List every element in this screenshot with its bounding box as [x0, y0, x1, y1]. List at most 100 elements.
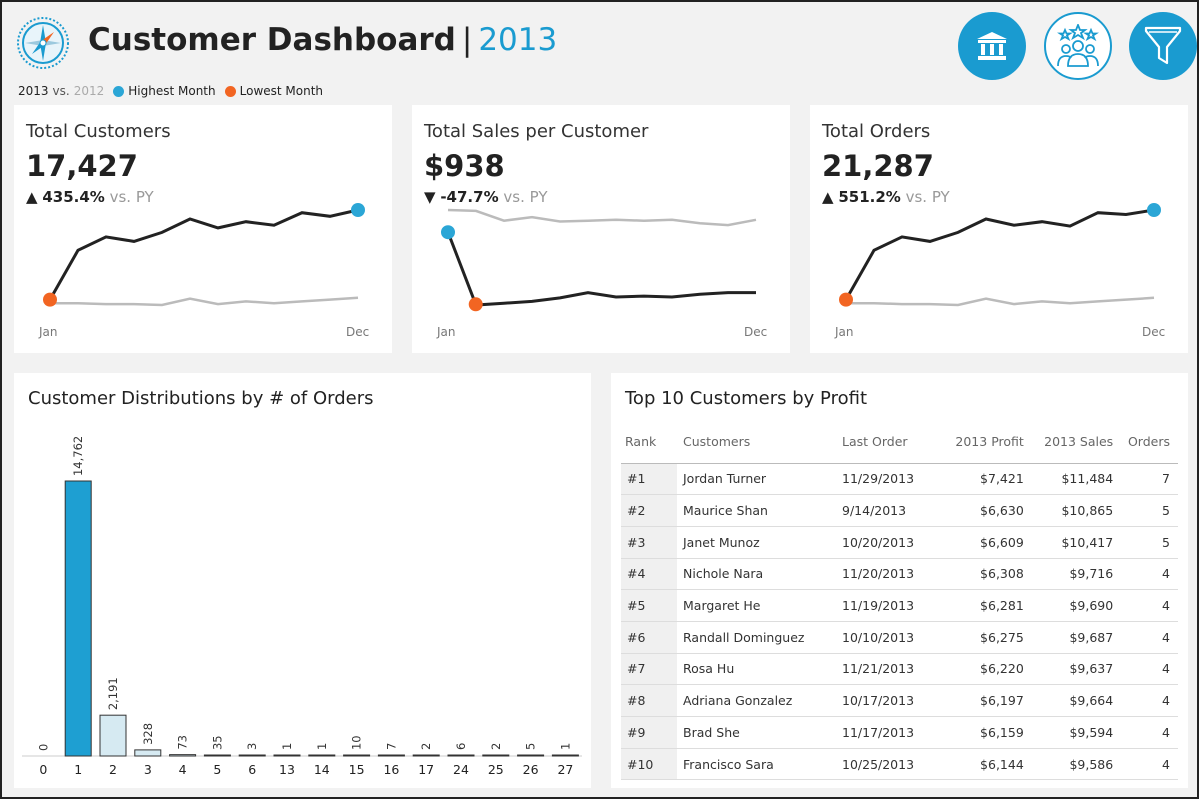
x-axis-end-label: Dec [1142, 325, 1166, 339]
sales-value: $11,484 [1023, 462, 1114, 496]
bar-value-label: 3 [245, 743, 259, 750]
customers-button[interactable] [1044, 12, 1112, 80]
column-header-profit[interactable]: 2013 Profit [935, 425, 1023, 463]
bar[interactable] [203, 754, 231, 757]
lowest-month-marker[interactable] [468, 297, 483, 312]
kpi-vs-label: vs. PY [109, 188, 154, 206]
sparkline-chart [441, 208, 757, 312]
highest-month-marker[interactable] [1147, 203, 1161, 217]
x-tick-label: 17 [418, 762, 434, 777]
lowest-month-marker[interactable] [43, 292, 57, 307]
table-row[interactable]: #4 Nichole Nara 11/20/2013 $6,308 $9,716 4 [621, 558, 1178, 591]
table-row[interactable]: #3 Janet Munoz 10/20/2013 $6,609 $10,417 5 [621, 526, 1178, 559]
customer-name: Maurice Shan [677, 494, 842, 527]
rank-cell: #9 [621, 716, 677, 749]
orders-count: 4 [1113, 589, 1178, 622]
kpi-card-total-customers: Total Customers 17,427 ▲ 435.4% vs. PY J… [14, 105, 392, 353]
x-tick-label: 1 [74, 762, 82, 777]
x-tick-label: 27 [557, 762, 573, 777]
profit-value: $6,308 [935, 558, 1024, 591]
x-tick-label: 15 [349, 762, 365, 777]
bar-value-label: 1 [558, 743, 572, 750]
bar[interactable] [273, 754, 301, 757]
profit-value: $6,159 [935, 716, 1024, 749]
highest-month-dot-icon [113, 85, 125, 97]
bar[interactable] [238, 754, 266, 757]
last-order-date: 11/29/2013 [842, 462, 936, 496]
customer-name: Francisco Sara [677, 748, 842, 781]
filter-button[interactable] [1129, 12, 1197, 80]
table-row[interactable]: #7 Rosa Hu 11/21/2013 $6,220 $9,637 4 [621, 653, 1178, 686]
bar[interactable] [447, 754, 475, 757]
up-arrow-icon: ▲ [26, 188, 38, 206]
sales-value: $9,664 [1023, 684, 1114, 717]
customer-name: Jordan Turner [677, 462, 842, 496]
x-tick-label: 5 [213, 762, 221, 777]
customer-name: Adriana Gonzalez [677, 684, 842, 717]
last-order-date: 11/21/2013 [842, 653, 936, 686]
bank-button[interactable] [958, 12, 1026, 80]
column-header-customers[interactable]: Customers [677, 425, 842, 463]
bar-value-label: 2 [489, 743, 503, 750]
bar[interactable] [64, 480, 92, 757]
bar[interactable] [99, 714, 127, 757]
rank-cell: #2 [621, 494, 677, 527]
column-header-orders[interactable]: Orders [1113, 425, 1178, 463]
kpi-value: $938 [424, 149, 505, 183]
table-row[interactable]: #8 Adriana Gonzalez 10/17/2013 $6,197 $9,664… [621, 684, 1178, 717]
distribution-title: Customer Distributions by # of Orders [28, 388, 374, 409]
x-tick-label: 24 [453, 762, 469, 777]
table-row[interactable]: #5 Margaret He 11/19/2013 $6,281 $9,690 4 [621, 589, 1178, 622]
bar-value-label: 328 [141, 723, 155, 745]
table-row[interactable]: #1 Jordan Turner 11/29/2013 $7,421 $11,484 7 [621, 462, 1178, 496]
customer-name: Rosa Hu [677, 653, 842, 686]
x-axis-start-label: Jan [835, 325, 854, 339]
highest-month-marker[interactable] [351, 203, 365, 217]
table-row[interactable]: #2 Maurice Shan 9/14/2013 $6,630 $10,865 5 [621, 494, 1178, 527]
orders-count: 4 [1113, 558, 1178, 591]
column-header-sales[interactable]: 2013 Sales [1024, 425, 1113, 463]
column-header-rank[interactable]: Rank [621, 425, 677, 463]
rank-cell: #7 [621, 653, 677, 686]
bar[interactable] [308, 754, 336, 757]
last-order-date: 11/19/2013 [842, 589, 936, 622]
table-row[interactable]: #9 Brad She 11/17/2013 $6,159 $9,594 4 [621, 716, 1178, 749]
profit-value: $6,630 [935, 494, 1024, 527]
bar[interactable] [412, 754, 440, 757]
sales-value: $10,417 [1023, 526, 1114, 559]
lowest-month-marker[interactable] [839, 292, 853, 307]
table-row[interactable]: #6 Randall Dominguez 10/10/2013 $6,275 $9,68… [621, 621, 1178, 654]
bar[interactable] [377, 754, 405, 757]
bar[interactable] [134, 749, 162, 757]
profit-value: $6,609 [935, 526, 1024, 559]
column-header-last-order[interactable]: Last Order [842, 425, 935, 463]
bar[interactable] [517, 754, 545, 757]
profit-value: $6,275 [935, 621, 1024, 654]
kpi-label: Total Orders [822, 121, 931, 142]
kpi-card-sales-per-customer: Total Sales per Customer $938 ▼ -47.7% v… [412, 105, 790, 353]
x-axis-end-label: Dec [744, 325, 768, 339]
bar[interactable] [551, 754, 579, 757]
kpi-delta: ▲ 435.4% vs. PY [26, 188, 154, 206]
kpi-vs-label: vs. PY [503, 188, 548, 206]
bar-value-label: 10 [350, 735, 364, 750]
highest-month-marker[interactable] [441, 225, 455, 240]
table-row[interactable]: #10 Francisco Sara 10/25/2013 $6,144 $9,586 4 [621, 748, 1178, 781]
kpi-label: Total Customers [26, 121, 171, 142]
kpi-card-total-orders: Total Orders 21,287 ▲ 551.2% vs. PY Jan … [810, 105, 1188, 353]
x-axis-end-label: Dec [346, 325, 370, 339]
orders-count: 4 [1113, 684, 1178, 717]
kpi-delta: ▲ 551.2% vs. PY [822, 188, 950, 206]
dashboard-header: Customer Dashboard | 2013 2013 vs. 2012 Hi… [2, 2, 1197, 102]
orders-count: 4 [1113, 716, 1178, 749]
bar-value-label: 0 [36, 744, 50, 751]
kpi-value: 17,427 [26, 149, 138, 183]
x-tick-label: 16 [383, 762, 399, 777]
distribution-bar-chart: 0014,76212,19123283734355361131141015716… [22, 436, 582, 777]
kpi-value: 21,287 [822, 149, 934, 183]
bar[interactable] [343, 754, 371, 757]
bar[interactable] [169, 754, 197, 757]
last-order-date: 11/20/2013 [842, 558, 936, 591]
bar[interactable] [482, 754, 510, 757]
bar-value-label: 73 [176, 735, 190, 750]
